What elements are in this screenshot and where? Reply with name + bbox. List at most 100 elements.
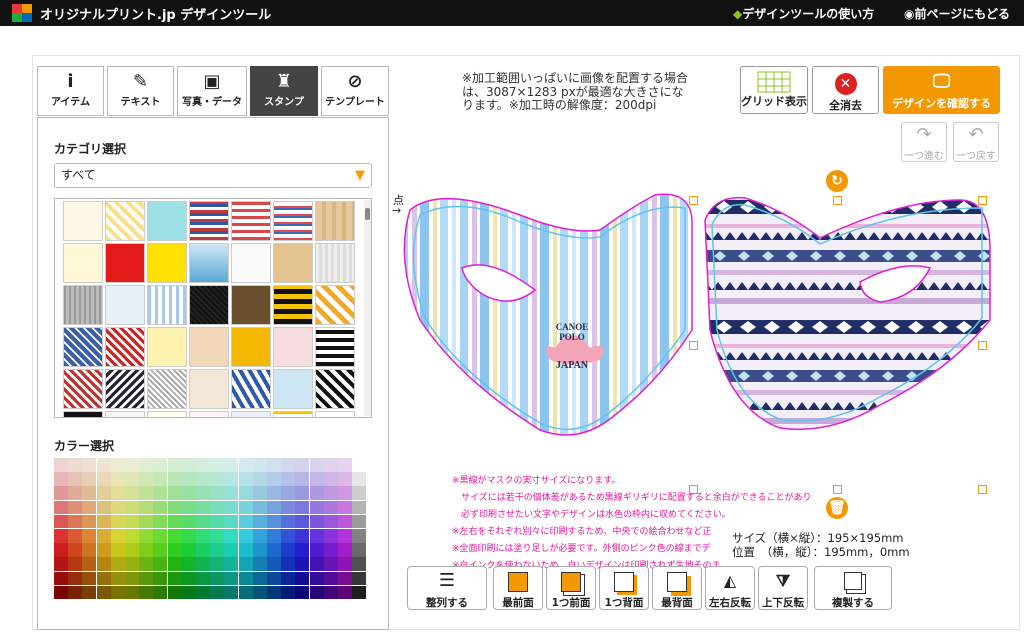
- color-swatch[interactable]: [210, 500, 225, 515]
- help-link[interactable]: ◆デザインツールの使い方: [733, 5, 874, 22]
- color-swatch[interactable]: [281, 472, 296, 486]
- color-swatch[interactable]: [96, 585, 111, 600]
- color-swatch[interactable]: [139, 571, 154, 586]
- color-swatch[interactable]: [267, 529, 281, 543]
- stamp-thumbnail[interactable]: [315, 327, 355, 367]
- color-swatch[interactable]: [309, 458, 324, 472]
- color-swatch[interactable]: [323, 543, 338, 557]
- color-swatch[interactable]: [338, 514, 352, 529]
- color-swatch[interactable]: [125, 514, 139, 529]
- resize-handle[interactable]: [689, 341, 698, 350]
- color-swatch[interactable]: [338, 557, 352, 571]
- color-swatch[interactable]: [96, 571, 111, 586]
- color-swatch[interactable]: [309, 514, 324, 529]
- color-swatch[interactable]: [153, 585, 168, 600]
- color-swatch[interactable]: [54, 529, 68, 543]
- stamp-thumbnail[interactable]: [63, 201, 103, 241]
- stamp-thumbnail[interactable]: [315, 285, 355, 325]
- flip-horizontal-button[interactable]: ◭ 左右反転: [705, 566, 755, 610]
- color-swatch[interactable]: [125, 557, 139, 571]
- color-swatch[interactable]: [281, 557, 296, 571]
- color-swatch[interactable]: [125, 571, 139, 586]
- color-swatch[interactable]: [210, 571, 225, 586]
- color-swatch[interactable]: [196, 529, 210, 543]
- color-swatch[interactable]: [196, 543, 210, 557]
- color-swatch[interactable]: [196, 486, 210, 500]
- color-swatch[interactable]: [125, 543, 139, 557]
- color-swatch[interactable]: [252, 500, 267, 515]
- color-swatch[interactable]: [238, 500, 253, 515]
- confirm-design-button[interactable]: 🖵 デザインを確認する: [883, 66, 1000, 114]
- color-swatch[interactable]: [295, 500, 310, 515]
- color-swatch[interactable]: [68, 571, 83, 586]
- color-swatch[interactable]: [125, 458, 139, 472]
- duplicate-button[interactable]: 複製する: [814, 566, 892, 610]
- stamp-thumbnail[interactable]: [273, 201, 313, 241]
- color-swatch[interactable]: [352, 557, 367, 571]
- stamp-scrollbar[interactable]: [364, 200, 371, 416]
- stamp-thumbnail[interactable]: [147, 201, 187, 241]
- color-swatch[interactable]: [309, 529, 324, 543]
- bring-to-front-button[interactable]: 最前面: [493, 566, 543, 610]
- stamp-thumbnail[interactable]: [63, 243, 103, 283]
- stamp-thumbnail[interactable]: [231, 411, 271, 417]
- color-swatch[interactable]: [323, 486, 338, 500]
- stamp-thumbnail[interactable]: [147, 411, 187, 417]
- color-swatch[interactable]: [267, 486, 281, 500]
- stamp-thumbnail[interactable]: [189, 327, 229, 367]
- color-swatch[interactable]: [352, 529, 367, 543]
- color-swatch[interactable]: [153, 571, 168, 586]
- color-swatch[interactable]: [224, 458, 239, 472]
- color-swatch[interactable]: [338, 458, 352, 472]
- color-swatch[interactable]: [323, 571, 338, 586]
- stamp-thumbnail[interactable]: [63, 411, 103, 417]
- color-swatch[interactable]: [167, 514, 182, 529]
- color-swatch[interactable]: [125, 472, 139, 486]
- color-swatch[interactable]: [338, 472, 352, 486]
- stamp-thumbnail[interactable]: [147, 285, 187, 325]
- color-swatch[interactable]: [295, 472, 310, 486]
- color-swatch[interactable]: [54, 571, 68, 586]
- color-swatch[interactable]: [54, 472, 68, 486]
- color-swatch[interactable]: [82, 500, 97, 515]
- color-swatch[interactable]: [338, 500, 352, 515]
- stamp-thumbnail[interactable]: [273, 411, 313, 417]
- color-swatch[interactable]: [281, 514, 296, 529]
- color-swatch[interactable]: [54, 500, 68, 515]
- color-swatch[interactable]: [110, 500, 125, 515]
- color-swatch[interactable]: [68, 514, 83, 529]
- color-swatch[interactable]: [224, 472, 239, 486]
- color-swatch[interactable]: [96, 472, 111, 486]
- color-swatch[interactable]: [210, 486, 225, 500]
- color-swatch[interactable]: [338, 571, 352, 586]
- color-swatch[interactable]: [96, 486, 111, 500]
- tab-item[interactable]: i アイテム: [37, 66, 104, 116]
- color-swatch[interactable]: [352, 514, 367, 529]
- stamp-thumbnail[interactable]: [189, 285, 229, 325]
- color-swatch[interactable]: [153, 543, 168, 557]
- color-swatch[interactable]: [338, 486, 352, 500]
- color-swatch[interactable]: [110, 543, 125, 557]
- color-swatch[interactable]: [167, 543, 182, 557]
- stamp-thumbnail[interactable]: [105, 201, 145, 241]
- stamp-thumbnail[interactable]: [315, 369, 355, 409]
- stamp-thumbnail[interactable]: [315, 201, 355, 241]
- color-swatch[interactable]: [82, 472, 97, 486]
- stamp-thumbnail[interactable]: [105, 327, 145, 367]
- color-swatch[interactable]: [252, 458, 267, 472]
- color-swatch[interactable]: [224, 571, 239, 586]
- color-swatch[interactable]: [281, 486, 296, 500]
- color-swatch[interactable]: [252, 557, 267, 571]
- color-swatch[interactable]: [54, 458, 68, 472]
- color-swatch[interactable]: [196, 571, 210, 586]
- color-swatch[interactable]: [82, 571, 97, 586]
- color-swatch[interactable]: [295, 529, 310, 543]
- color-swatch[interactable]: [139, 486, 154, 500]
- color-swatch[interactable]: [323, 557, 338, 571]
- stamp-thumbnail[interactable]: [189, 369, 229, 409]
- color-swatch[interactable]: [352, 585, 367, 600]
- color-swatch[interactable]: [125, 500, 139, 515]
- color-swatch[interactable]: [267, 585, 281, 600]
- color-swatch[interactable]: [281, 529, 296, 543]
- color-swatch[interactable]: [139, 458, 154, 472]
